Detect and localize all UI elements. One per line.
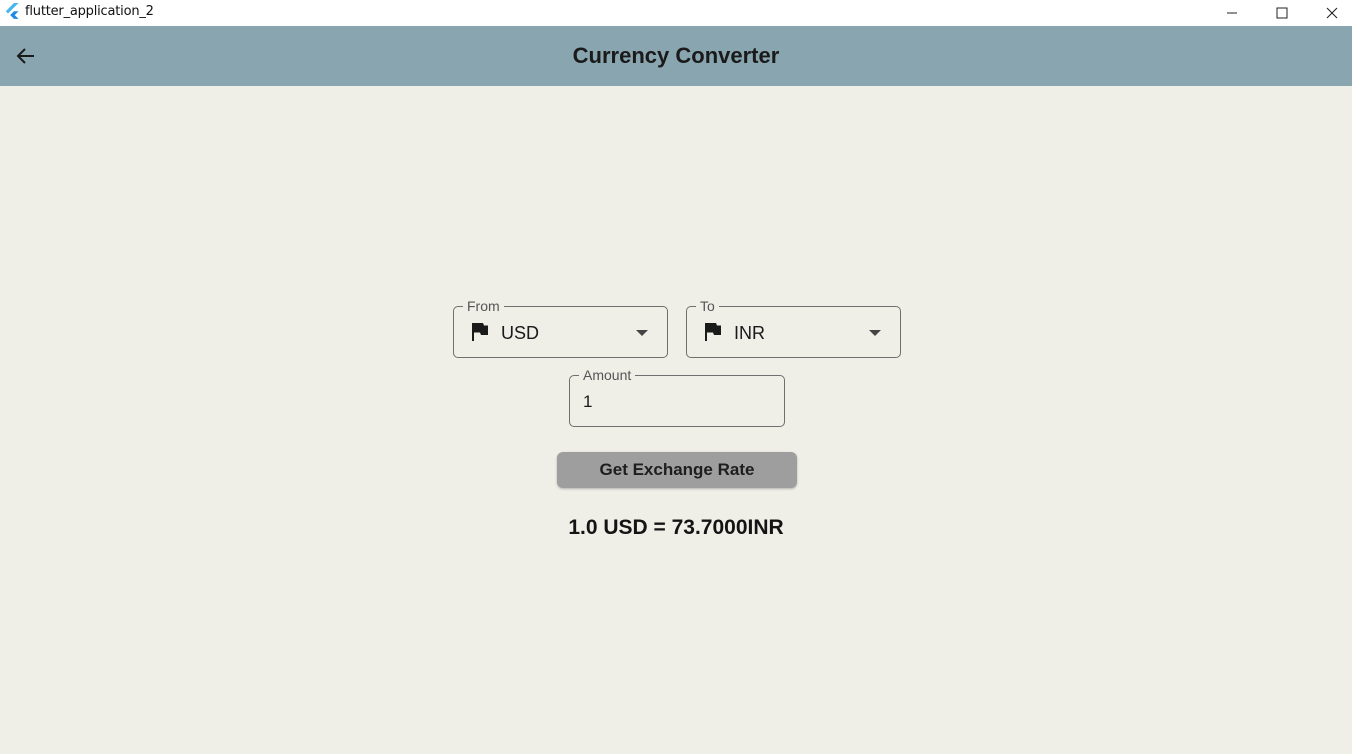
to-currency-value: INR bbox=[734, 323, 765, 343]
from-currency-value: USD bbox=[501, 323, 540, 343]
window-titlebar: flutter_application_2 bbox=[0, 0, 1352, 26]
amount-label: Amount bbox=[579, 367, 636, 383]
get-exchange-rate-button[interactable]: Get Exchange Rate bbox=[557, 452, 797, 488]
close-button[interactable] bbox=[1309, 0, 1352, 26]
flag-icon bbox=[472, 323, 488, 341]
dropdown-arrow-icon bbox=[636, 330, 648, 336]
maximize-button[interactable] bbox=[1259, 0, 1305, 26]
flutter-logo-icon bbox=[5, 3, 19, 19]
app-bar: Currency Converter bbox=[0, 26, 1352, 86]
amount-field[interactable]: Amount bbox=[569, 367, 785, 427]
minimize-icon bbox=[1227, 12, 1237, 14]
conversion-result: 1.0 USD = 73.7000INR bbox=[568, 516, 784, 539]
to-currency-dropdown[interactable]: To INR bbox=[686, 298, 901, 358]
maximize-icon bbox=[1276, 7, 1288, 19]
window-title: flutter_application_2 bbox=[25, 4, 154, 19]
flag-icon bbox=[705, 323, 721, 341]
amount-input[interactable] bbox=[583, 390, 763, 414]
minimize-button[interactable] bbox=[1209, 0, 1255, 26]
close-icon bbox=[1326, 7, 1338, 19]
page-title: Currency Converter bbox=[572, 43, 780, 68]
to-label: To bbox=[696, 298, 719, 314]
from-label: From bbox=[463, 298, 504, 314]
from-currency-dropdown[interactable]: From USD bbox=[453, 298, 668, 358]
dropdown-arrow-icon bbox=[869, 330, 881, 336]
